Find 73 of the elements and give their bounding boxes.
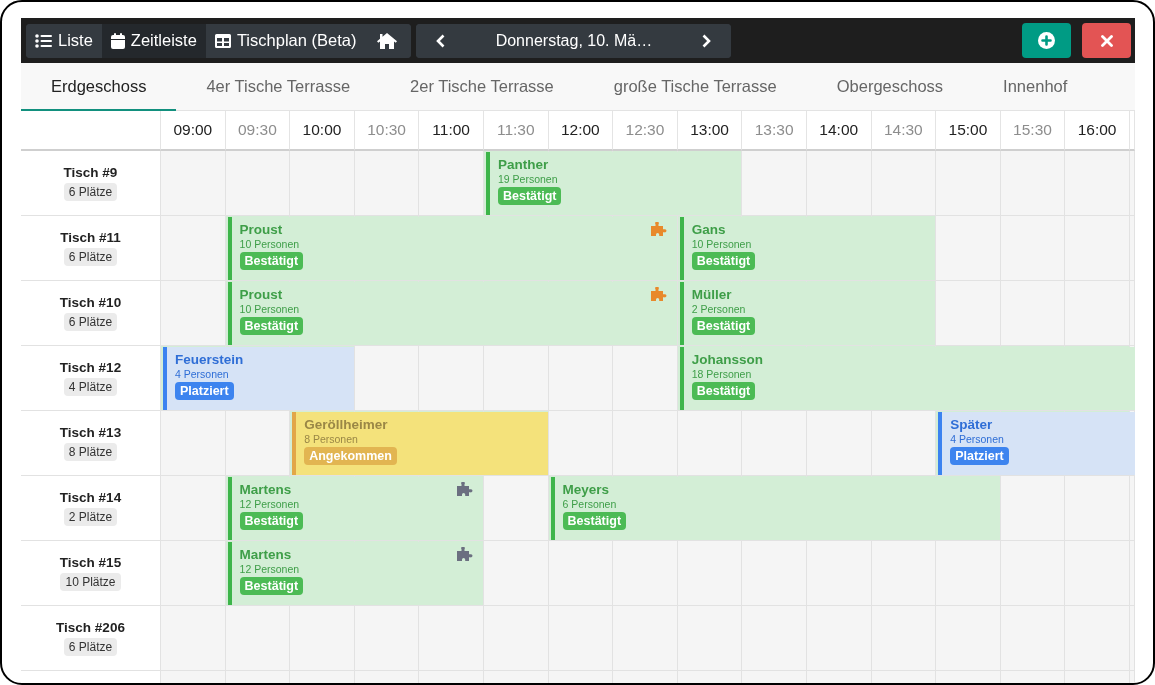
table-name: Tisch #11 [60,230,121,245]
guest-count: 12 Personen [239,498,300,510]
guest-name: Später [950,417,993,432]
guest-count: 10 Personen [239,303,300,315]
seats-badge: 2 Plätze [63,508,118,526]
floor-tab[interactable]: Innenhof [973,63,1098,111]
guest-count: 6 Personen [562,498,617,510]
floor-tab[interactable]: große Tische Terrasse [583,63,807,111]
status-badge: Platziert [950,447,1009,465]
calendar-icon [110,32,125,49]
home-icon [377,32,398,49]
seats-badge: 8 Plätze [63,443,118,461]
table-name: Tisch #12 [59,360,122,375]
table-name: Tisch #13 [59,425,122,440]
status-badge: Bestätigt [691,382,756,400]
reservation-card[interactable]: Geröllheimer 8 Personen Angekommen [292,412,548,475]
table-name: Tisch #10 [59,295,122,310]
add-button[interactable] [1022,23,1071,58]
status-badge: Bestätigt [239,577,304,595]
floor-tab[interactable]: 2er Tische Terrasse [380,63,584,111]
guest-name: Martens [239,482,292,497]
status-badge: Bestätigt [239,317,304,335]
guest-name: Meyers [562,482,610,497]
guest-name: Müller [691,287,732,302]
status-badge: Bestätigt [691,317,756,335]
status-badge: Angekommen [304,447,397,465]
guest-count: 2 Personen [691,303,746,315]
guest-name: Martens [239,547,292,562]
chevron-left-icon [436,33,446,48]
guest-count: 4 Personen [175,368,229,380]
floor-tab[interactable]: Obergeschoss [806,63,974,111]
seats-badge: 10 Plätze [60,573,121,591]
table-name: Tisch #9 [63,165,118,180]
status-badge: Bestätigt [691,252,756,270]
seats-badge: 6 Plätze [63,638,118,656]
status-badge: Bestätigt [239,512,304,530]
guest-name: Panther [497,157,549,172]
guest-count: 18 Personen [691,368,752,380]
reservation-card[interactable]: Feuerstein 4 Personen Platziert [163,347,354,410]
view-tab[interactable]: Zeitleiste [101,23,206,58]
guest-count: 19 Personen [497,173,558,185]
seats-badge: 4 Plätze [63,378,118,396]
date-label: Donnerstag, 10. Mä… [495,31,653,50]
guest-name: Feuerstein [175,352,244,367]
list-icon [35,33,52,48]
close-icon [1100,34,1113,47]
close-button[interactable] [1082,23,1131,58]
status-badge: Bestätigt [497,187,562,205]
floor-tab[interactable]: 4er Tische Terrasse [176,63,381,111]
status-badge: Platziert [175,382,234,400]
guest-count: 10 Personen [239,238,300,250]
guest-count: 8 Personen [304,433,358,445]
plus-icon [1038,32,1055,49]
guest-count: 10 Personen [691,238,752,250]
table-name: Tisch #15 [59,555,122,570]
guest-name: Johansson [691,352,763,367]
guest-count: 4 Personen [950,433,1004,445]
guest-count: 12 Personen [239,563,300,575]
status-badge: Bestätigt [239,252,304,270]
seats-badge: 6 Plätze [63,248,118,266]
table-name: Tisch #206 [56,620,125,635]
guest-name: Proust [239,222,283,237]
chevron-right-icon [702,33,712,48]
guest-name: Proust [239,287,283,302]
table-grid-icon [214,33,231,48]
status-badge: Bestätigt [562,512,627,530]
guest-name: Gans [691,222,726,237]
seats-badge: 6 Plätze [63,183,118,201]
reservation-card[interactable]: Johansson 18 Personen Bestätigt [679,347,1135,410]
guest-name: Geröllheimer [304,417,388,432]
reservation-card[interactable]: Später 4 Personen Platziert [938,412,1135,475]
table-name: Tisch #14 [59,490,122,505]
seats-badge: 6 Plätze [63,313,118,331]
